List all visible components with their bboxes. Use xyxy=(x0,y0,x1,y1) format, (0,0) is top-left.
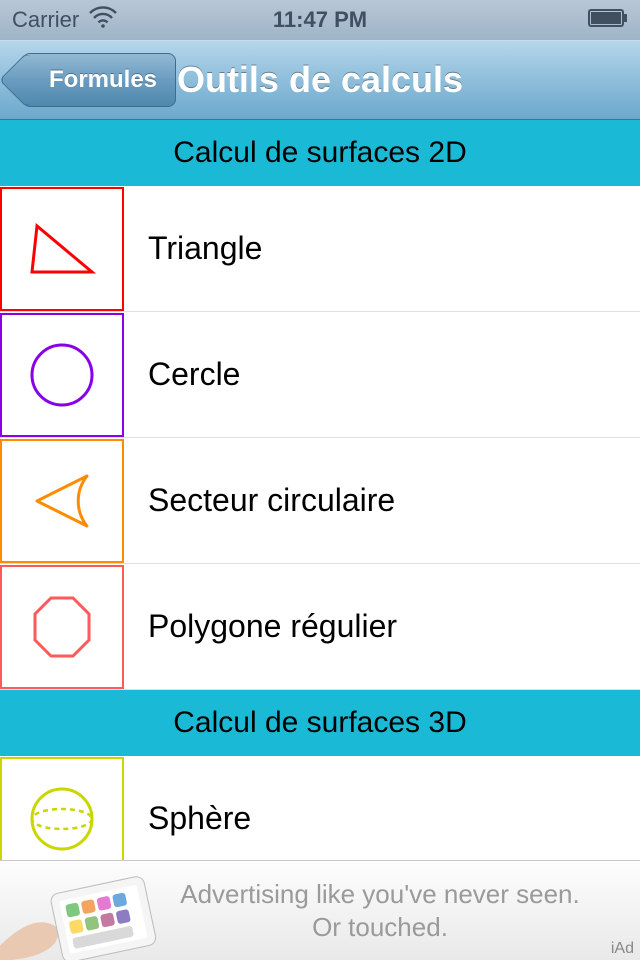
list-item-label: Sphère xyxy=(148,800,251,837)
sector-icon xyxy=(0,439,124,563)
section-header: Calcul de surfaces 2D xyxy=(0,120,640,186)
back-button-label: Formules xyxy=(49,66,157,94)
status-bar: Carrier 11:47 PM xyxy=(0,0,640,40)
list-item[interactable]: Sphère xyxy=(0,756,640,860)
sphere-icon xyxy=(0,757,124,861)
ad-image xyxy=(0,861,160,960)
list[interactable]: Calcul de surfaces 2D Triangle Cercle Secte… xyxy=(0,120,640,860)
status-time: 11:47 PM xyxy=(273,7,367,33)
back-button[interactable]: Formules xyxy=(22,53,176,107)
nav-bar: Formules Outils de calculs xyxy=(0,40,640,120)
list-item[interactable]: Secteur circulaire xyxy=(0,438,640,564)
circle-icon xyxy=(0,313,124,437)
ad-line-1: Advertising like you've never seen. xyxy=(160,878,600,911)
ad-text: Advertising like you've never seen. Or t… xyxy=(160,878,640,943)
list-item-label: Polygone régulier xyxy=(148,608,397,645)
carrier-label: Carrier xyxy=(12,7,79,33)
iad-mark: iAd xyxy=(611,940,634,958)
list-item-label: Secteur circulaire xyxy=(148,482,395,519)
list-item[interactable]: Triangle xyxy=(0,186,640,312)
wifi-icon xyxy=(89,6,117,34)
list-item[interactable]: Cercle xyxy=(0,312,640,438)
list-item-label: Cercle xyxy=(148,356,240,393)
section-header: Calcul de surfaces 3D xyxy=(0,690,640,756)
page-title: Outils de calculs xyxy=(177,59,463,101)
list-item[interactable]: Polygone régulier xyxy=(0,564,640,690)
battery-icon xyxy=(588,7,628,33)
octagon-icon xyxy=(0,565,124,689)
ad-banner[interactable]: Advertising like you've never seen. Or t… xyxy=(0,860,640,960)
ad-line-2: Or touched. xyxy=(160,911,600,944)
list-item-label: Triangle xyxy=(148,230,262,267)
triangle-icon xyxy=(0,187,124,311)
